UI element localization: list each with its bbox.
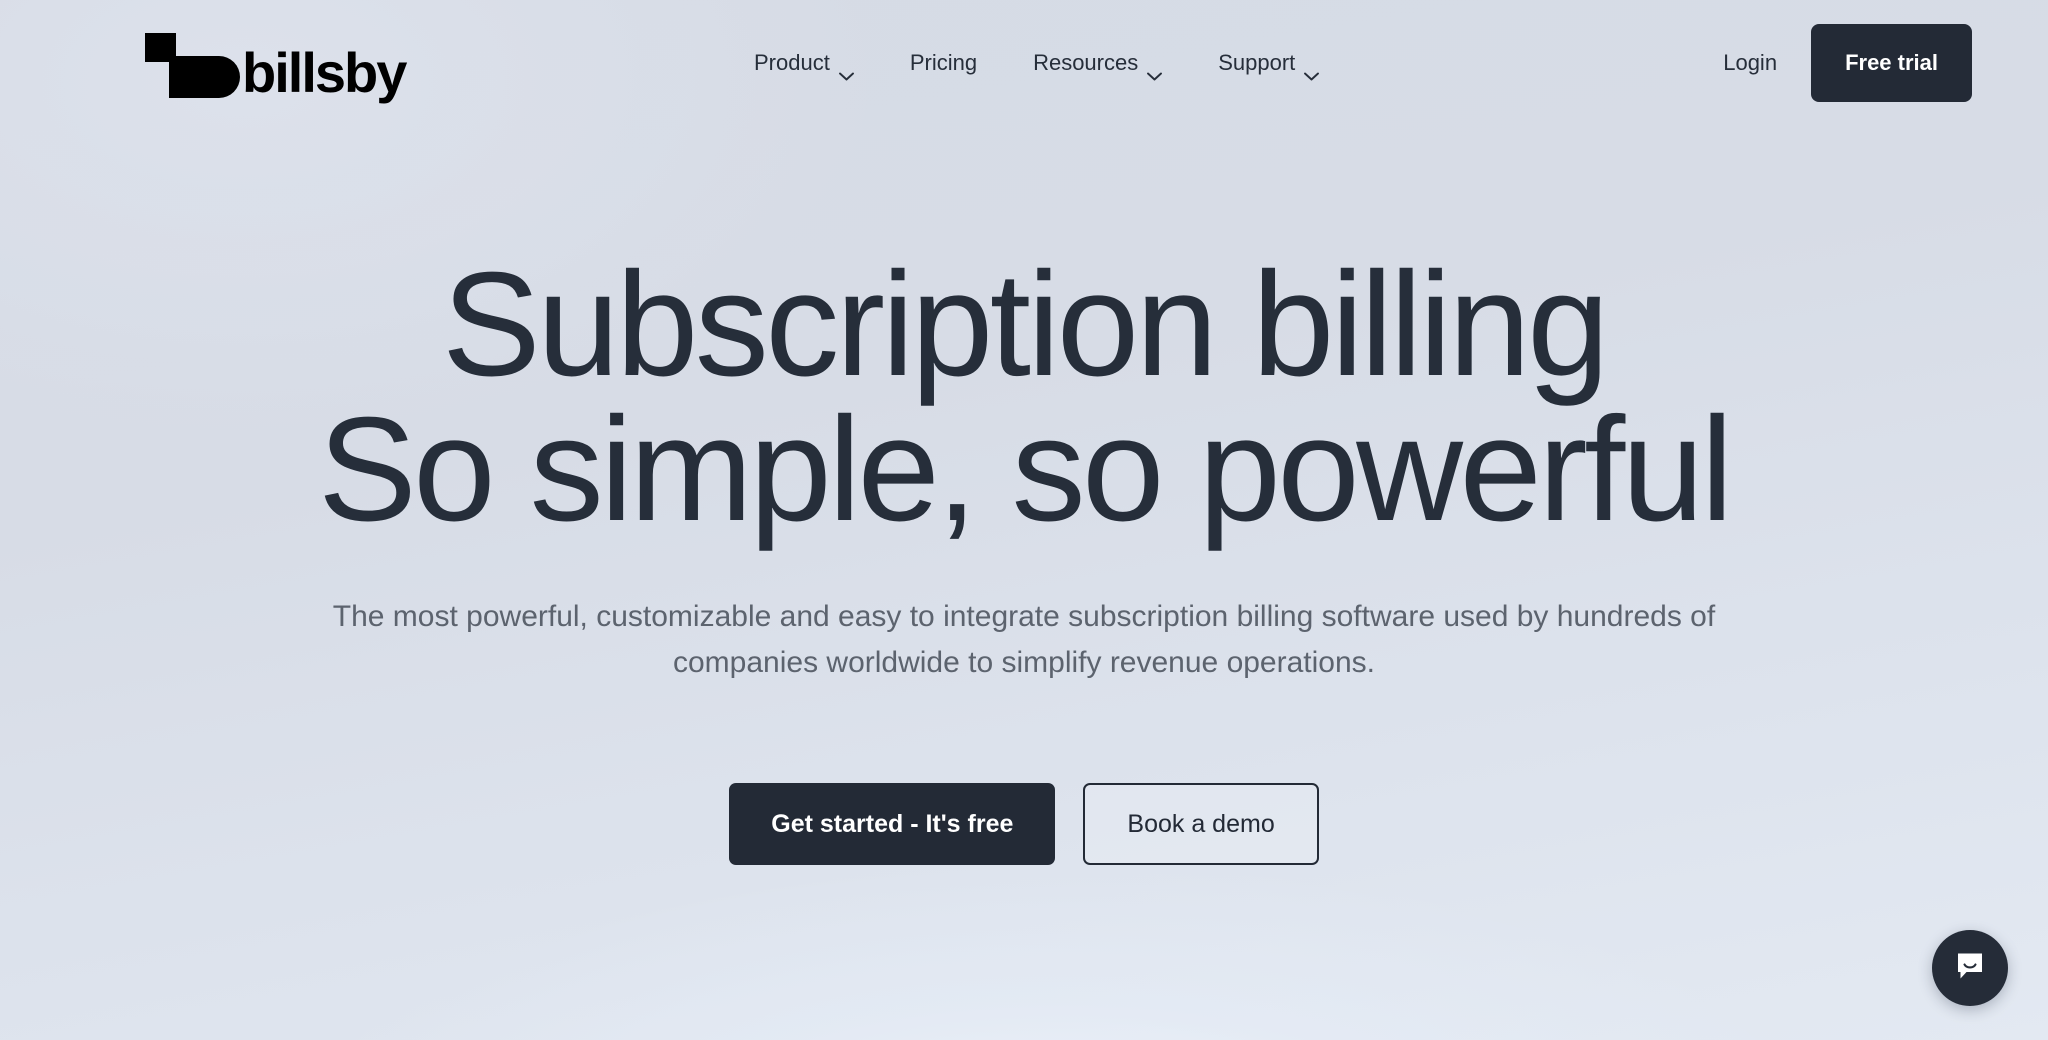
hero-section: Subscription billing So simple, so power… [0, 126, 2048, 1040]
nav-item-resources[interactable]: Resources [1005, 50, 1190, 80]
login-link[interactable]: Login [1689, 50, 1811, 76]
nav-item-label: Resources [1033, 50, 1139, 75]
hero-subheading: The most powerful, customizable and easy… [332, 600, 1716, 679]
nav-item-label: Product [754, 50, 830, 75]
headline-line-2: So simple, so powerful [318, 387, 1733, 553]
hero-cta-row: Get started - It's free Book a demo [729, 783, 1319, 866]
primary-navigation: Product Pricing Resources Support [726, 0, 1347, 126]
chat-bubble-smile-icon [1952, 948, 1988, 989]
site-header: billsby Product Pricing Resources Suppor… [0, 0, 2048, 126]
chevron-down-icon [1147, 61, 1163, 80]
billsby-logo-mark-icon [145, 28, 240, 98]
page-title: Subscription billing So simple, so power… [124, 251, 1924, 553]
chevron-down-icon [1304, 61, 1320, 80]
book-a-demo-button[interactable]: Book a demo [1083, 783, 1319, 866]
nav-item-label: Pricing [909, 50, 978, 75]
get-started-button[interactable]: Get started - It's free [729, 783, 1056, 866]
nav-item-label: Support [1218, 50, 1296, 75]
nav-item-pricing[interactable]: Pricing [882, 50, 1005, 76]
nav-item-support[interactable]: Support [1190, 50, 1347, 80]
chevron-down-icon [838, 61, 854, 80]
free-trial-button[interactable]: Free trial [1811, 24, 1972, 102]
logo-wordmark: billsby [242, 41, 407, 105]
chat-widget-button[interactable] [1932, 930, 2008, 1006]
nav-item-product[interactable]: Product [726, 50, 882, 80]
headline-line-1: Subscription billing [441, 242, 1610, 407]
billsby-logo[interactable]: billsby [145, 28, 407, 105]
header-actions: Login Free trial [1689, 0, 1972, 126]
